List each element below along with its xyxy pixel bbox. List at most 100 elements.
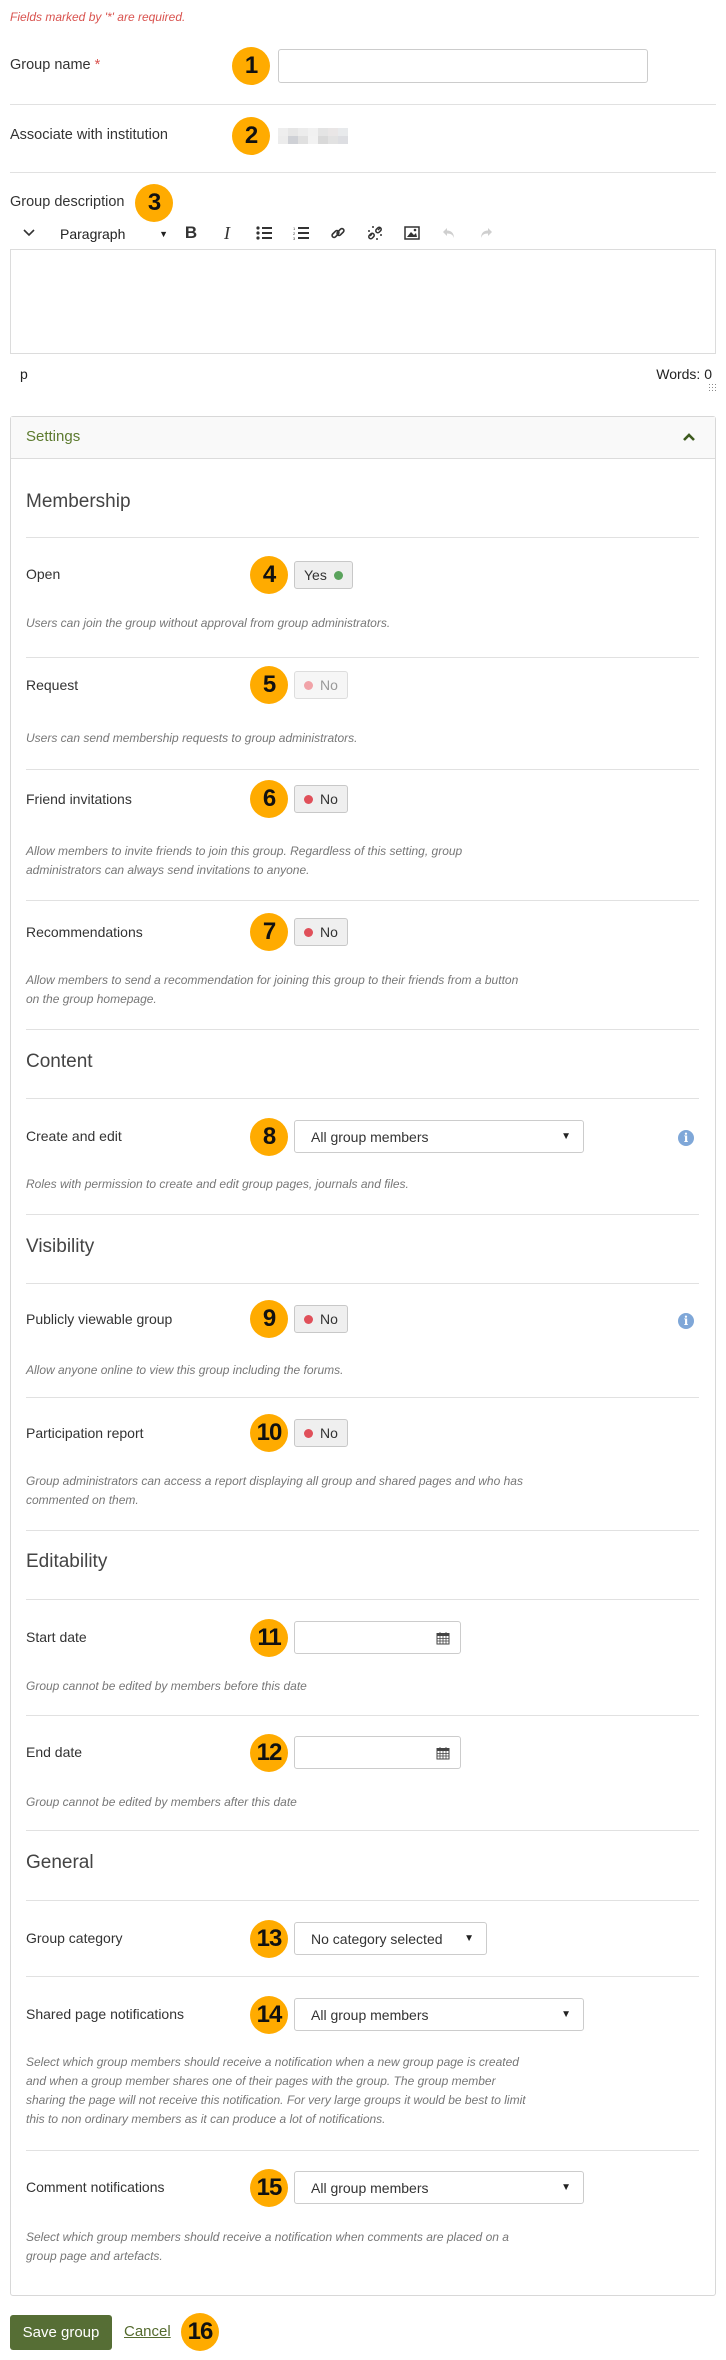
desc-line: Allow members to send a recommendation f…: [26, 973, 519, 987]
divider: [10, 104, 716, 105]
status-dot-on-icon: [333, 570, 343, 580]
callout-badge-13: 13: [250, 1920, 288, 1958]
friend-invitations-toggle-value: No: [320, 791, 338, 807]
divider: [26, 900, 699, 901]
end-date-input[interactable]: [294, 1736, 461, 1769]
shared-page-notifications-select[interactable]: All group members ▼: [294, 1998, 584, 2031]
group-name-label-text: Group name: [10, 57, 91, 73]
divider: [26, 1599, 699, 1600]
group-category-selected: No category selected: [311, 1930, 443, 1947]
status-dot-off-icon: [304, 1428, 313, 1438]
participation-report-label: Participation report: [26, 1425, 144, 1441]
desc-line: and when a group member shares one of th…: [26, 2074, 496, 2088]
image-icon: [404, 226, 420, 240]
recommendations-toggle[interactable]: No: [294, 918, 348, 946]
info-icon[interactable]: i: [678, 1130, 694, 1146]
divider: [26, 1283, 699, 1284]
caret-down-icon: ▼: [561, 2182, 571, 2193]
callout-badge-3: 3: [135, 184, 173, 222]
friend-invitations-description: Allow members to invite friends to join …: [26, 842, 586, 880]
settings-panel-header[interactable]: Settings: [11, 417, 715, 459]
status-dot-off-icon: [304, 1314, 313, 1324]
callout-badge-16: 16: [181, 2313, 219, 2351]
required-fields-note: Fields marked by '*' are required.: [10, 10, 186, 24]
section-title-visibility: Visibility: [26, 1236, 95, 1257]
group-name-input[interactable]: [278, 49, 648, 83]
bold-button[interactable]: B: [180, 222, 202, 244]
description-editor[interactable]: [10, 249, 716, 354]
publicly-viewable-toggle-value: No: [320, 1311, 338, 1327]
group-category-select[interactable]: No category selected ▼: [294, 1922, 487, 1955]
section-title-content: Content: [26, 1051, 93, 1072]
caret-down-icon: ▼: [159, 229, 168, 239]
status-dot-off-icon: [304, 680, 313, 690]
caret-down-icon: ▼: [464, 1933, 474, 1944]
undo-button[interactable]: [438, 222, 460, 244]
calendar-icon[interactable]: [436, 1746, 450, 1760]
section-title-membership: Membership: [26, 491, 131, 512]
open-toggle-value: Yes: [304, 567, 327, 583]
link-button[interactable]: [327, 222, 349, 244]
open-toggle[interactable]: Yes: [294, 561, 353, 589]
end-date-label: End date: [26, 1744, 83, 1760]
desc-line: this to non ordinary members as it can p…: [26, 2112, 386, 2126]
comment-notifications-select[interactable]: All group members ▼: [294, 2171, 584, 2204]
cancel-link[interactable]: Cancel: [124, 2323, 171, 2340]
shared-page-notifications-description: Select which group members should receiv…: [26, 2053, 586, 2129]
divider: [26, 1976, 699, 1977]
redo-icon: [481, 228, 492, 238]
undo-icon: [443, 228, 454, 238]
callout-badge-11: 11: [250, 1619, 288, 1657]
divider: [26, 2150, 699, 2151]
start-date-input[interactable]: [294, 1621, 461, 1654]
publicly-viewable-toggle[interactable]: No: [294, 1305, 348, 1333]
unlink-button[interactable]: [364, 222, 386, 244]
divider: [26, 1397, 699, 1398]
toolbar-toggle-chevron-down-icon[interactable]: [18, 222, 40, 244]
institution-label: Associate with institution: [10, 127, 168, 143]
desc-line: sharing the page will not receive this n…: [26, 2093, 526, 2107]
desc-line: on the group homepage.: [26, 992, 157, 1006]
redo-button[interactable]: [475, 222, 497, 244]
image-button[interactable]: [401, 222, 423, 244]
participation-report-toggle-value: No: [320, 1425, 338, 1441]
calendar-icon[interactable]: [436, 1631, 450, 1645]
status-dot-off-icon: [304, 927, 313, 937]
start-date-label: Start date: [26, 1629, 87, 1645]
callout-badge-4: 4: [250, 556, 288, 594]
word-count: Words: 0: [656, 366, 712, 382]
divider: [26, 1029, 699, 1030]
resize-handle-icon[interactable]: [708, 383, 716, 391]
bullet-list-button[interactable]: [253, 222, 275, 244]
comment-notifications-selected: All group members: [311, 2179, 429, 2196]
caret-down-icon: ▼: [561, 1131, 571, 1142]
friend-invitations-toggle[interactable]: No: [294, 785, 348, 813]
friend-invitations-label: Friend invitations: [26, 791, 132, 807]
callout-badge-5: 5: [250, 666, 288, 704]
format-select[interactable]: Paragraph ▼: [60, 224, 168, 244]
callout-badge-12: 12: [250, 1734, 288, 1772]
recommendations-toggle-value: No: [320, 924, 338, 940]
divider: [10, 172, 716, 173]
participation-report-toggle[interactable]: No: [294, 1419, 348, 1447]
save-group-button[interactable]: Save group: [10, 2315, 112, 2350]
chevron-up-icon[interactable]: [681, 429, 697, 445]
institution-value-redacted: [278, 128, 378, 144]
callout-badge-6: 6: [250, 780, 288, 818]
callout-badge-1: 1: [232, 47, 270, 85]
open-description: Users can join the group without approva…: [26, 616, 391, 630]
italic-button[interactable]: I: [216, 222, 238, 244]
status-dot-off-icon: [304, 794, 313, 804]
group-category-label: Group category: [26, 1930, 123, 1946]
request-toggle[interactable]: No: [294, 671, 348, 699]
section-title-general: General: [26, 1852, 94, 1873]
numbered-list-button[interactable]: 123: [290, 222, 312, 244]
request-label: Request: [26, 677, 79, 693]
desc-line: Select which group members should receiv…: [26, 2055, 519, 2069]
info-icon[interactable]: i: [678, 1313, 694, 1329]
required-marker: *: [94, 57, 101, 73]
create-and-edit-select[interactable]: All group members ▼: [294, 1120, 584, 1153]
request-toggle-value: No: [320, 677, 338, 693]
callout-badge-14: 14: [250, 1996, 288, 2034]
participation-report-description: Group administrators can access a report…: [26, 1472, 586, 1510]
